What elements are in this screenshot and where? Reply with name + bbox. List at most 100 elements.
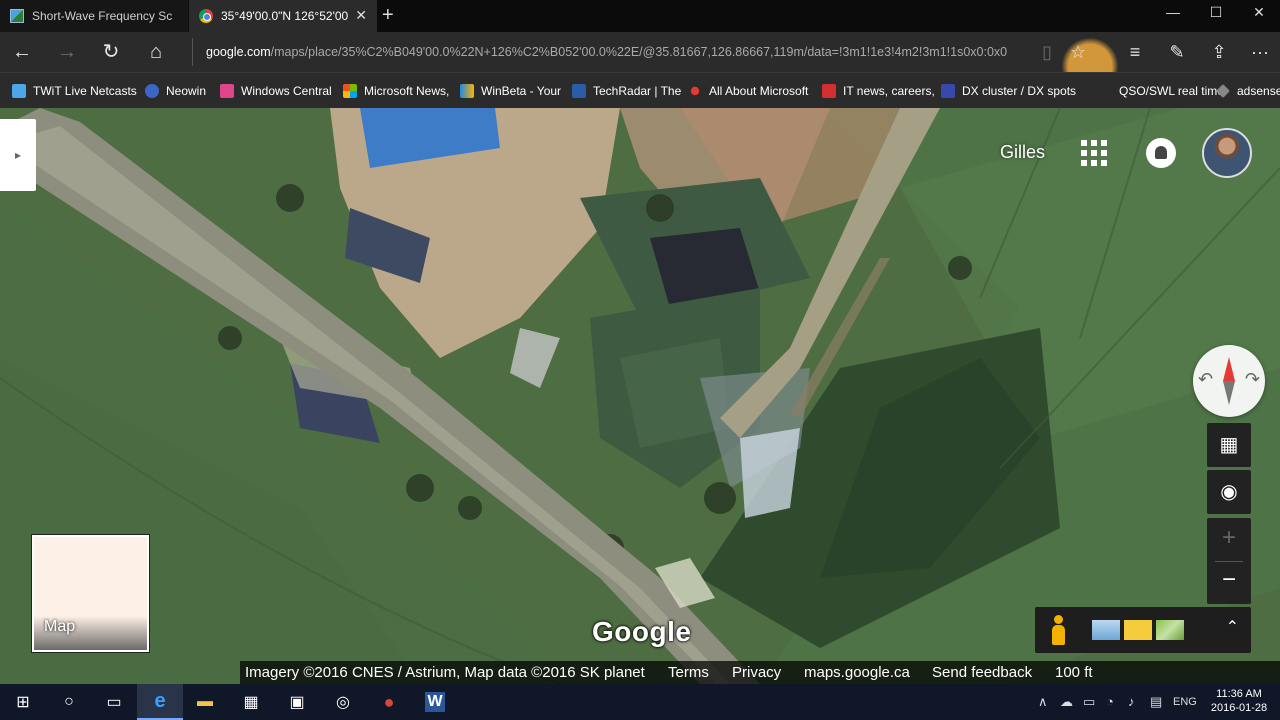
satellite-imagery xyxy=(0,108,1280,684)
apps-dot xyxy=(1101,160,1107,166)
favorite-qso-swl[interactable]: QSO/SWL real time xyxy=(1098,82,1224,100)
refresh-button[interactable]: ↻ xyxy=(98,40,124,64)
google-apps-icon[interactable] xyxy=(1081,140,1107,166)
windows-central-icon xyxy=(220,84,234,98)
app-taskbar-icon[interactable]: ▣ xyxy=(274,684,320,720)
favorite-twit[interactable]: TWiT Live Netcasts xyxy=(12,82,137,100)
tray-chevron-icon[interactable]: ∧ xyxy=(1038,694,1048,710)
forward-button[interactable]: → xyxy=(54,40,80,64)
reading-view-icon[interactable]: ▯ xyxy=(1034,40,1060,64)
tilt-button[interactable]: ▦ xyxy=(1207,423,1251,467)
windows-taskbar: ⊞ ○ ▭ e ▬ ▦ ▣ ◎ ● W ∧ ☁ ▭ ◔ ♪ ▤ ENG 11:3… xyxy=(0,684,1280,720)
favorite-windows-central[interactable]: Windows Central xyxy=(220,82,332,100)
expand-layers-icon[interactable]: ⌃ xyxy=(1226,617,1239,637)
tab-shortwave[interactable]: Short-Wave Frequency Sche xyxy=(0,0,188,32)
apps-dot xyxy=(1091,150,1097,156)
scale-label[interactable]: 100 ft xyxy=(1055,664,1093,681)
maximize-button[interactable]: ☐ xyxy=(1206,4,1226,21)
earth-layer-thumbnail[interactable] xyxy=(1092,620,1120,640)
favorite-techradar[interactable]: TechRadar | The xyxy=(572,82,681,100)
apps-dot xyxy=(1101,150,1107,156)
close-tab-icon[interactable]: ✕ xyxy=(355,7,367,24)
zoom-out-button[interactable]: − xyxy=(1207,566,1251,594)
url-host: google.com xyxy=(206,45,271,59)
favorite-label: IT news, careers, xyxy=(843,84,935,98)
close-window-button[interactable]: ✕ xyxy=(1249,4,1269,21)
maps-domain-link[interactable]: maps.google.ca xyxy=(804,664,910,681)
user-name[interactable]: Gilles xyxy=(1000,142,1045,163)
favorite-label: Windows Central xyxy=(241,84,332,98)
home-button[interactable]: ⌂ xyxy=(143,40,169,64)
action-center-icon[interactable]: ▤ xyxy=(1150,694,1162,710)
techradar-icon xyxy=(572,84,586,98)
network-icon[interactable]: ◔ xyxy=(1106,694,1114,709)
apps-dot xyxy=(1091,160,1097,166)
notifications-bell-icon[interactable] xyxy=(1146,138,1176,168)
favorite-dx-cluster[interactable]: DX cluster / DX spots xyxy=(941,82,1076,100)
minimize-button[interactable]: — xyxy=(1163,4,1183,20)
start-button[interactable]: ⊞ xyxy=(0,684,46,720)
url-path: /maps/place/35%C2%B049'00.0%22N+126%C2%B… xyxy=(270,45,1008,59)
tab-title: Short-Wave Frequency Sche xyxy=(32,9,172,23)
send-feedback-link[interactable]: Send feedback xyxy=(932,664,1032,681)
favorite-label: TechRadar | The xyxy=(593,84,682,98)
favorite-star-icon[interactable]: ☆ xyxy=(1065,40,1091,64)
my-location-button[interactable]: ◉ xyxy=(1207,470,1251,514)
search-button[interactable]: ○ xyxy=(46,684,92,720)
store-icon[interactable]: ▦ xyxy=(228,684,274,720)
favorite-label: QSO/SWL real time xyxy=(1119,84,1224,98)
traffic-layer-thumbnail[interactable] xyxy=(1124,620,1152,640)
zoom-divider xyxy=(1215,561,1243,562)
avatar[interactable] xyxy=(1202,128,1252,178)
favorite-neowin[interactable]: Neowin xyxy=(145,82,206,100)
web-note-icon[interactable]: ✎ xyxy=(1164,40,1190,64)
chrome-taskbar-icon[interactable]: ● xyxy=(366,684,412,720)
share-icon[interactable]: ⇪ xyxy=(1206,40,1232,64)
favorite-label: DX cluster / DX spots xyxy=(962,84,1077,98)
satellite-map[interactable]: ▸ Gilles ↶ ↷ ▦ ◉ + − Map Google ⌃ Imager… xyxy=(0,108,1280,684)
volume-icon[interactable]: ♪ xyxy=(1128,694,1135,709)
tab-title: 35°49'00.0"N 126°52'00 xyxy=(221,9,349,23)
apps-dot xyxy=(1081,150,1087,156)
tab-strip: Short-Wave Frequency Sche 35°49'00.0"N 1… xyxy=(0,0,1280,32)
task-view-button[interactable]: ▭ xyxy=(91,684,137,720)
new-tab-button[interactable]: + xyxy=(382,4,394,27)
zoom-in-button[interactable]: + xyxy=(1207,524,1251,552)
favorite-label: Microsoft News, xyxy=(364,84,450,98)
more-menu-icon[interactable]: ··· xyxy=(1247,40,1273,64)
privacy-link[interactable]: Privacy xyxy=(732,664,781,681)
edge-taskbar-icon[interactable]: e xyxy=(137,684,183,720)
favorites-bar: TWiT Live Netcasts Neowin Windows Centra… xyxy=(0,72,1280,108)
imagery-attribution: Imagery ©2016 CNES / Astrium, Map data ©… xyxy=(245,664,645,681)
groove-music-icon[interactable]: ◎ xyxy=(320,684,366,720)
back-button[interactable]: ← xyxy=(9,40,35,64)
file-explorer-icon[interactable]: ▬ xyxy=(182,684,228,720)
word-icon[interactable]: W xyxy=(412,684,458,720)
clock[interactable]: 11:36 AM 2016-01-28 xyxy=(1207,687,1271,715)
address-bar[interactable]: google.com/maps/place/35%C2%B049'00.0%22… xyxy=(192,38,1030,66)
microsoft-icon xyxy=(343,84,357,98)
favorite-adsense[interactable]: adsense xyxy=(1216,82,1280,100)
favorite-label: WinBeta - Your xyxy=(481,84,562,98)
map-view-switch[interactable]: Map xyxy=(32,535,149,652)
favorite-winbeta[interactable]: WinBeta - Your xyxy=(460,82,561,100)
chrome-icon xyxy=(199,9,213,23)
terrain-layer-thumbnail[interactable] xyxy=(1156,620,1184,640)
zdnet-icon xyxy=(690,86,700,96)
google-logo: Google xyxy=(592,616,692,647)
favorite-all-about-microsoft[interactable]: All About Microsoft xyxy=(688,82,808,100)
compass-control[interactable]: ↶ ↷ xyxy=(1193,345,1265,417)
twit-icon xyxy=(12,84,26,98)
expand-side-panel-button[interactable]: ▸ xyxy=(0,119,36,191)
clock-time: 11:36 AM xyxy=(1216,688,1262,700)
pegman-icon[interactable] xyxy=(1050,615,1066,645)
clock-date: 2016-01-28 xyxy=(1210,702,1268,714)
terms-link[interactable]: Terms xyxy=(668,664,709,681)
favorite-it-news[interactable]: IT news, careers, xyxy=(822,82,935,100)
tab-google-maps[interactable]: 35°49'00.0"N 126°52'00 ✕ xyxy=(189,0,377,32)
onedrive-icon[interactable]: ☁ xyxy=(1060,694,1073,710)
battery-icon[interactable]: ▭ xyxy=(1083,694,1095,710)
input-language[interactable]: ENG xyxy=(1173,696,1197,708)
hub-icon[interactable]: ≡ xyxy=(1122,40,1148,64)
favorite-microsoft-news[interactable]: Microsoft News, xyxy=(343,82,449,100)
